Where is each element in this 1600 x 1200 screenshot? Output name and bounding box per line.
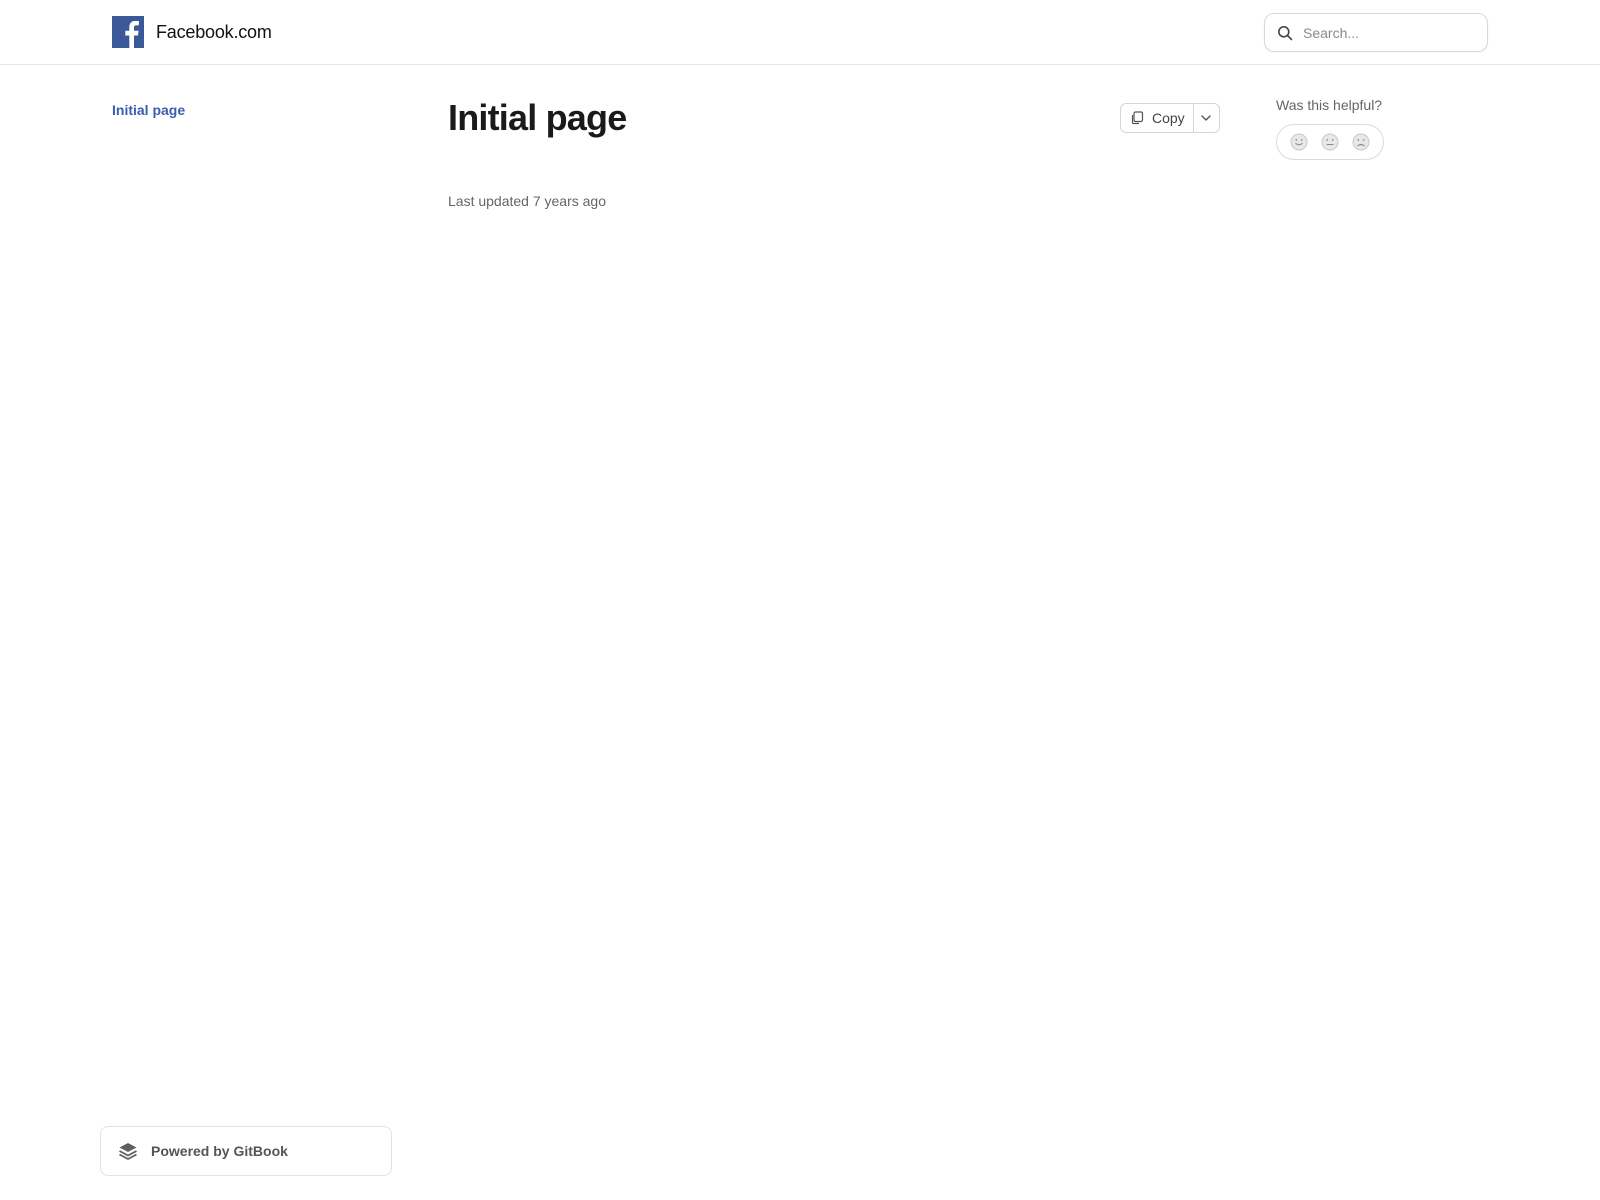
feedback-rating (1276, 124, 1384, 160)
copy-button[interactable]: Copy (1121, 104, 1193, 132)
copy-options-dropdown[interactable] (1192, 104, 1219, 132)
facebook-logo-icon (112, 16, 144, 48)
sidebar-item-initial-page[interactable]: Initial page (112, 102, 185, 118)
search-icon (1278, 25, 1293, 40)
powered-by-label: Powered by GitBook (151, 1143, 288, 1159)
feedback-positive-button[interactable] (1288, 131, 1310, 153)
smile-icon (1290, 133, 1308, 151)
copy-button-group: Copy (1120, 103, 1220, 133)
search-input[interactable] (1301, 23, 1471, 42)
copy-icon (1131, 111, 1144, 125)
top-header: Facebook.com (0, 0, 1600, 65)
brand-name: Facebook.com (156, 21, 272, 42)
powered-by-gitbook-link[interactable]: Powered by GitBook (100, 1126, 392, 1176)
copy-label: Copy (1152, 110, 1185, 126)
feedback-question: Was this helpful? (1276, 97, 1383, 113)
page-title: Initial page (448, 97, 627, 138)
brand-link[interactable]: Facebook.com (112, 16, 272, 48)
feedback-negative-button[interactable] (1350, 131, 1372, 153)
last-updated-text: Last updated 7 years ago (448, 193, 607, 209)
chevron-down-icon (1201, 115, 1211, 121)
frown-icon (1352, 133, 1370, 151)
feedback-neutral-button[interactable] (1319, 131, 1341, 153)
search-box[interactable] (1264, 13, 1488, 52)
gitbook-icon (119, 1143, 137, 1160)
neutral-face-icon (1321, 133, 1339, 151)
